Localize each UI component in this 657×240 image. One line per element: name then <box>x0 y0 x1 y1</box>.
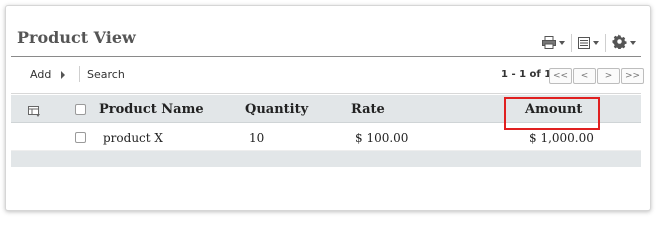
add-label: Add <box>30 68 52 81</box>
chevron-down-icon <box>630 41 636 45</box>
chevron-down-icon <box>559 41 565 45</box>
gear-icon <box>612 33 627 53</box>
next-page-button[interactable]: > <box>597 68 620 84</box>
cell-amount: $ 1,000.00 <box>529 131 594 145</box>
grid-toolbar: Add Search 1 - 1 of 1 << < > >> <box>11 56 644 94</box>
printer-icon <box>542 34 556 53</box>
pager-info: 1 - 1 of 1 <box>501 69 552 80</box>
cell-product-name: product X <box>103 131 163 145</box>
amount-highlight-box <box>504 97 600 130</box>
top-tools <box>536 33 642 53</box>
prev-page-button[interactable]: < <box>573 68 596 84</box>
last-page-button[interactable]: >> <box>621 68 644 84</box>
settings-button[interactable] <box>606 33 642 53</box>
triangle-right-icon <box>61 70 66 79</box>
list-view-icon <box>578 34 590 53</box>
cell-rate: $ 100.00 <box>355 131 409 145</box>
cell-quantity: 10 <box>249 131 265 145</box>
chevron-down-icon <box>593 41 599 45</box>
table-footer <box>11 151 641 167</box>
view-button[interactable] <box>572 33 605 53</box>
add-button[interactable]: Add <box>30 68 66 81</box>
search-button[interactable]: Search <box>87 68 125 81</box>
divider <box>79 66 80 82</box>
page-title: Product View <box>17 28 136 47</box>
column-chooser-icon[interactable] <box>28 103 41 122</box>
column-header-rate[interactable]: Rate <box>351 102 385 117</box>
column-header-quantity[interactable]: Quantity <box>245 102 308 117</box>
first-page-button[interactable]: << <box>549 68 572 84</box>
pager: << < > >> <box>549 68 645 84</box>
select-all-checkbox[interactable] <box>75 104 86 115</box>
print-button[interactable] <box>536 33 571 53</box>
row-checkbox[interactable] <box>75 132 86 143</box>
column-header-product-name[interactable]: Product Name <box>99 102 204 117</box>
